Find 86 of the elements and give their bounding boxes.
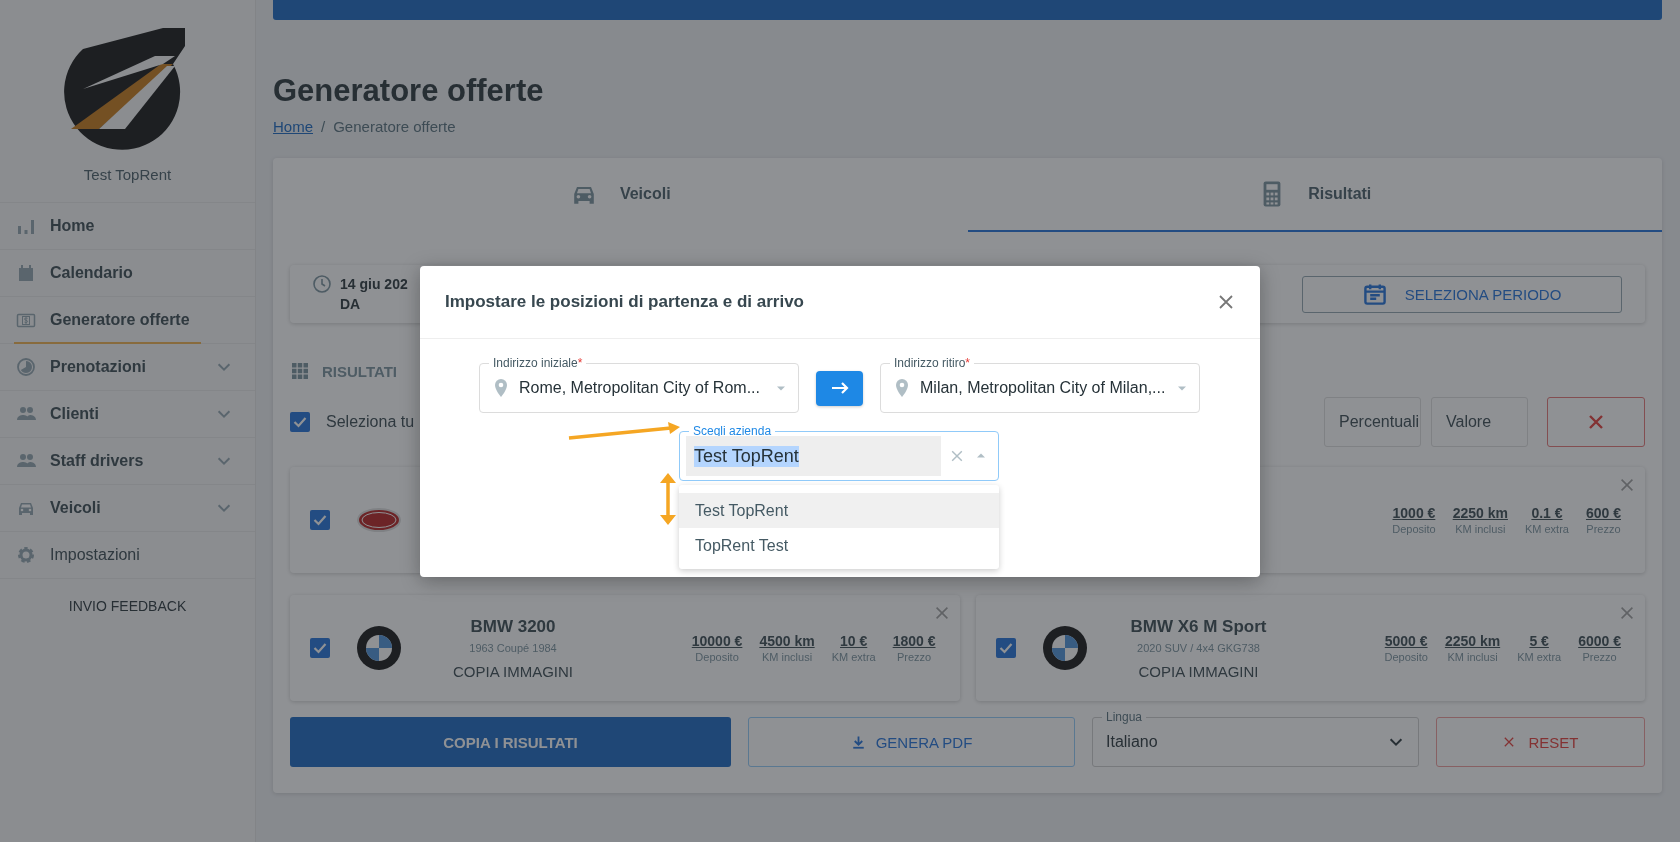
stat-value: 1000 € [1392,505,1436,521]
select-value: Italiano [1106,733,1158,751]
breadcrumb-current: Generatore offerte [333,118,456,135]
page-title: Generatore offerte [273,72,545,110]
stat-value: 2250 km [1452,505,1508,521]
dropdown-option[interactable]: TopRent Test [679,528,999,563]
stat-value: 2250 km [1444,633,1501,649]
annotation-arrow [658,473,678,525]
modal-title: Impostare le posizioni di partenza e di arrivo [445,292,804,312]
period-label: DA [340,295,362,314]
stat-label: Prezzo [1586,523,1621,535]
vehicle-name: BMW 3200 [470,616,556,637]
checkbox[interactable] [310,638,330,658]
arrow-button[interactable] [816,370,863,406]
stat-value: 5000 € [1384,633,1428,649]
stat-value: 10 € [840,633,868,649]
menu-label[interactable]: Impostazioni [50,546,233,564]
stat-label: KM inclusi [761,651,813,663]
calendar-icon [16,263,36,283]
settings-icon [16,545,36,565]
stat-label: KM extra [1524,523,1569,535]
period-date: 14 giu 202 [340,275,408,294]
address-field[interactable]: Indirizzo iniziale* Rome, Metropolitan City of Rom... [479,355,799,413]
close-button[interactable] [1618,476,1636,494]
copy-images-link[interactable]: COPIA IMMAGINI [1138,662,1259,680]
select-label: Lingua [1102,709,1147,725]
stat-label: KM inclusi [1447,651,1498,663]
language-select[interactable]: Lingua Italiano [1092,709,1419,767]
download-icon [850,734,866,750]
brand-name: Test TopRent [83,166,172,183]
menu-label[interactable]: Calendario [50,264,233,282]
stat-value: 1800 € [892,633,936,649]
stat-label: KM extra [1517,651,1562,663]
dropdown-option[interactable]: Test TopRent [679,493,999,528]
vehicle-name: BMW X6 M Sport [1130,616,1267,637]
breadcrumb-separator: / [321,118,326,135]
reset-button[interactable]: RESET [1436,717,1645,767]
tab[interactable]: Risultati [967,158,1662,232]
stat-label: Deposito [1384,651,1428,663]
roundel-logo-icon [356,625,402,671]
menu-label[interactable]: Generatore offerte [50,311,233,329]
stat-label: KM extra [831,651,876,663]
tab[interactable]: Veicoli [273,158,968,232]
roundel-logo-icon [1041,625,1088,671]
clock-icon [16,357,36,377]
generate-pdf-button[interactable]: GENERA PDF [748,717,1075,767]
stat-label: Deposito [695,651,739,663]
close-icon [1618,476,1636,494]
menu-label[interactable]: Prenotazioni [50,358,201,376]
remove-button[interactable] [1547,397,1645,447]
checkbox[interactable] [310,510,330,530]
clear-icon [949,448,965,464]
menu-label[interactable]: Staff drivers [50,452,201,470]
stat-value: 10000 € [691,633,743,649]
calendar-icon [1362,282,1387,306]
stat-value: 0.1 € [1531,505,1563,521]
address-field[interactable]: Indirizzo ritiro* Milan, Metropolitan City of Milan,... [880,355,1200,413]
menu-label[interactable]: Clienti [50,405,201,423]
oval-logo-icon [356,506,402,534]
vehicle-details: 1963 Coupé 1984 [469,641,557,654]
copy-images-link[interactable]: COPIA IMMAGINI [453,662,573,680]
copy-results-button[interactable]: COPIA I RISULTATI [290,717,731,767]
adjust-button[interactable]: Percentuali [1324,397,1421,447]
menu-label[interactable]: Home [50,217,233,235]
stat-label: Prezzo [1582,651,1617,663]
close-button[interactable] [1618,604,1636,622]
adjust-button[interactable]: Valore [1431,397,1528,447]
vehicle-details: 2020 SUV / 4x4 GKG738 [1137,641,1260,654]
feedback-link[interactable]: INVIO FEEDBACK [0,597,255,615]
checkbox[interactable] [290,412,310,432]
stat-label: Prezzo [896,651,932,663]
stat-label: KM inclusi [1455,523,1506,535]
stat-value: 4500 km [759,633,815,649]
select-all-label: Seleziona tu [326,413,415,431]
results-heading: RISULTATI [322,362,397,380]
grid-icon [290,361,310,381]
clock-icon [312,274,332,294]
stat-value: 6000 € [1578,633,1621,649]
menu-label[interactable]: Veicoli [50,499,201,517]
breadcrumb-link[interactable]: Home [273,118,313,135]
checkbox[interactable] [995,638,1016,658]
close-icon [1618,604,1636,622]
stat-value: 5 € [1529,633,1549,649]
stat-label: Deposito [1392,523,1436,535]
stat-value: 600 € [1585,505,1621,521]
select-period-button[interactable]: SELEZIONA PERIODO [1302,275,1622,313]
